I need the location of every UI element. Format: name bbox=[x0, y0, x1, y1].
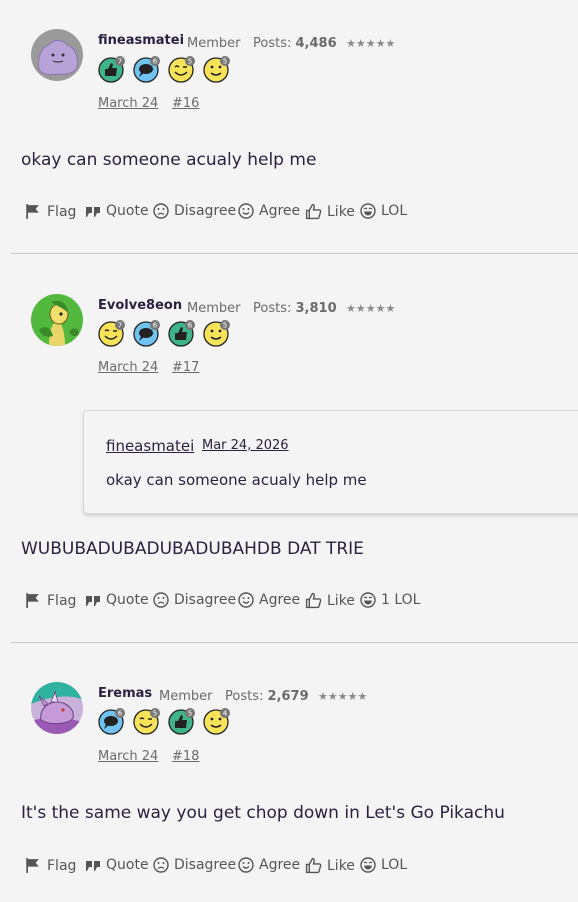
posts-label: Posts: bbox=[225, 689, 264, 704]
flag-icon bbox=[26, 858, 39, 873]
lol-label: LOL bbox=[381, 857, 408, 873]
avatar[interactable] bbox=[31, 682, 83, 734]
badge-count: 4 bbox=[223, 710, 228, 718]
post-number-link[interactable]: #18 bbox=[172, 749, 199, 764]
like-button[interactable]: Like bbox=[305, 857, 355, 874]
speech-badge-icon[interactable]: 6 bbox=[98, 707, 125, 735]
flag-label: Flag bbox=[47, 857, 77, 874]
wink-badge-icon[interactable]: 5 bbox=[133, 707, 160, 735]
like-label: Like bbox=[327, 857, 355, 874]
post-date-link[interactable]: March 24 bbox=[98, 749, 158, 764]
thumbs-badge-icon[interactable]: 5 bbox=[168, 707, 195, 735]
badge-count: 5 bbox=[153, 710, 157, 718]
disagree-label: Disagree bbox=[174, 857, 237, 873]
lol-button[interactable]: LOL bbox=[360, 857, 407, 873]
post-actions: Flag Quote Disagree Agree Like LOL bbox=[25, 857, 445, 877]
badge-row: 6 5 5 4 bbox=[98, 707, 238, 737]
badge-count: 5 bbox=[188, 710, 192, 718]
user-role: Member bbox=[159, 689, 213, 704]
frown-icon bbox=[153, 857, 169, 873]
thumbs-up-icon bbox=[305, 857, 322, 874]
posts-count: 2,679 bbox=[267, 689, 309, 704]
flag-button[interactable]: Flag bbox=[25, 857, 76, 874]
post-content: It's the same way you get chop down in L… bbox=[21, 803, 505, 823]
post-count: Posts: 2,679 bbox=[225, 689, 309, 704]
smile-badge-icon[interactable]: 4 bbox=[203, 707, 230, 735]
agree-button[interactable]: Agree bbox=[238, 857, 300, 873]
nidorino-avatar-icon bbox=[31, 682, 83, 734]
quote-label: Quote bbox=[106, 857, 149, 873]
smile-icon bbox=[238, 857, 254, 873]
agree-label: Agree bbox=[259, 857, 301, 873]
quote-button[interactable]: Quote bbox=[85, 857, 149, 873]
badge-count: 6 bbox=[118, 710, 123, 718]
laugh-icon bbox=[360, 857, 376, 873]
quote-icon bbox=[86, 861, 100, 871]
disagree-button[interactable]: Disagree bbox=[153, 857, 236, 873]
username[interactable]: Eremas bbox=[98, 686, 152, 701]
rating-stars: ★★★★★ bbox=[318, 690, 368, 703]
post-18: Eremas Member Posts: 2,679 ★★★★★ 6 5 5 4… bbox=[0, 0, 578, 902]
